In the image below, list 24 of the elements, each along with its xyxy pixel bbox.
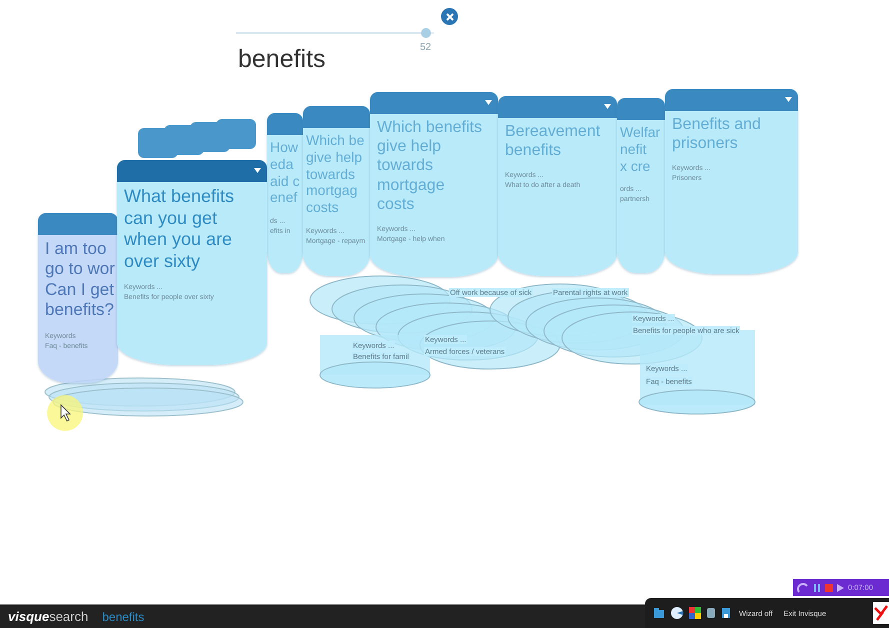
play-icon[interactable]	[837, 584, 844, 592]
caret-icon[interactable]	[254, 168, 261, 173]
card-title: Benefits and prisoners	[672, 115, 762, 154]
current-query: benefits	[102, 610, 144, 624]
card-title: What benefits can you get when you are over sixty	[124, 186, 236, 272]
slider-reading: 52	[420, 42, 432, 53]
save-icon[interactable]	[721, 607, 731, 619]
folder-icon[interactable]	[653, 607, 665, 619]
brand-logo: visquesearch	[8, 609, 88, 624]
card-title: Welfar nefit x cre	[620, 124, 662, 174]
card-title: How eda aid c enef	[270, 139, 301, 206]
close-button[interactable]	[441, 8, 458, 25]
caret-icon[interactable]	[604, 104, 611, 109]
grid-icon[interactable]	[689, 607, 701, 619]
pause-icon[interactable]	[813, 582, 821, 592]
close-icon	[446, 12, 454, 20]
search-query: benefits	[238, 45, 326, 74]
cursor-highlight-icon	[46, 394, 84, 432]
caret-icon[interactable]	[785, 97, 792, 102]
caret-icon[interactable]	[485, 100, 492, 105]
app-logo-icon	[873, 602, 889, 624]
card-title: Which benefits give help towards mortgage costs	[377, 118, 483, 214]
card-title: Which be give help towards mortgag costs	[306, 132, 366, 216]
card-title: Bereavement benefits	[505, 122, 602, 160]
